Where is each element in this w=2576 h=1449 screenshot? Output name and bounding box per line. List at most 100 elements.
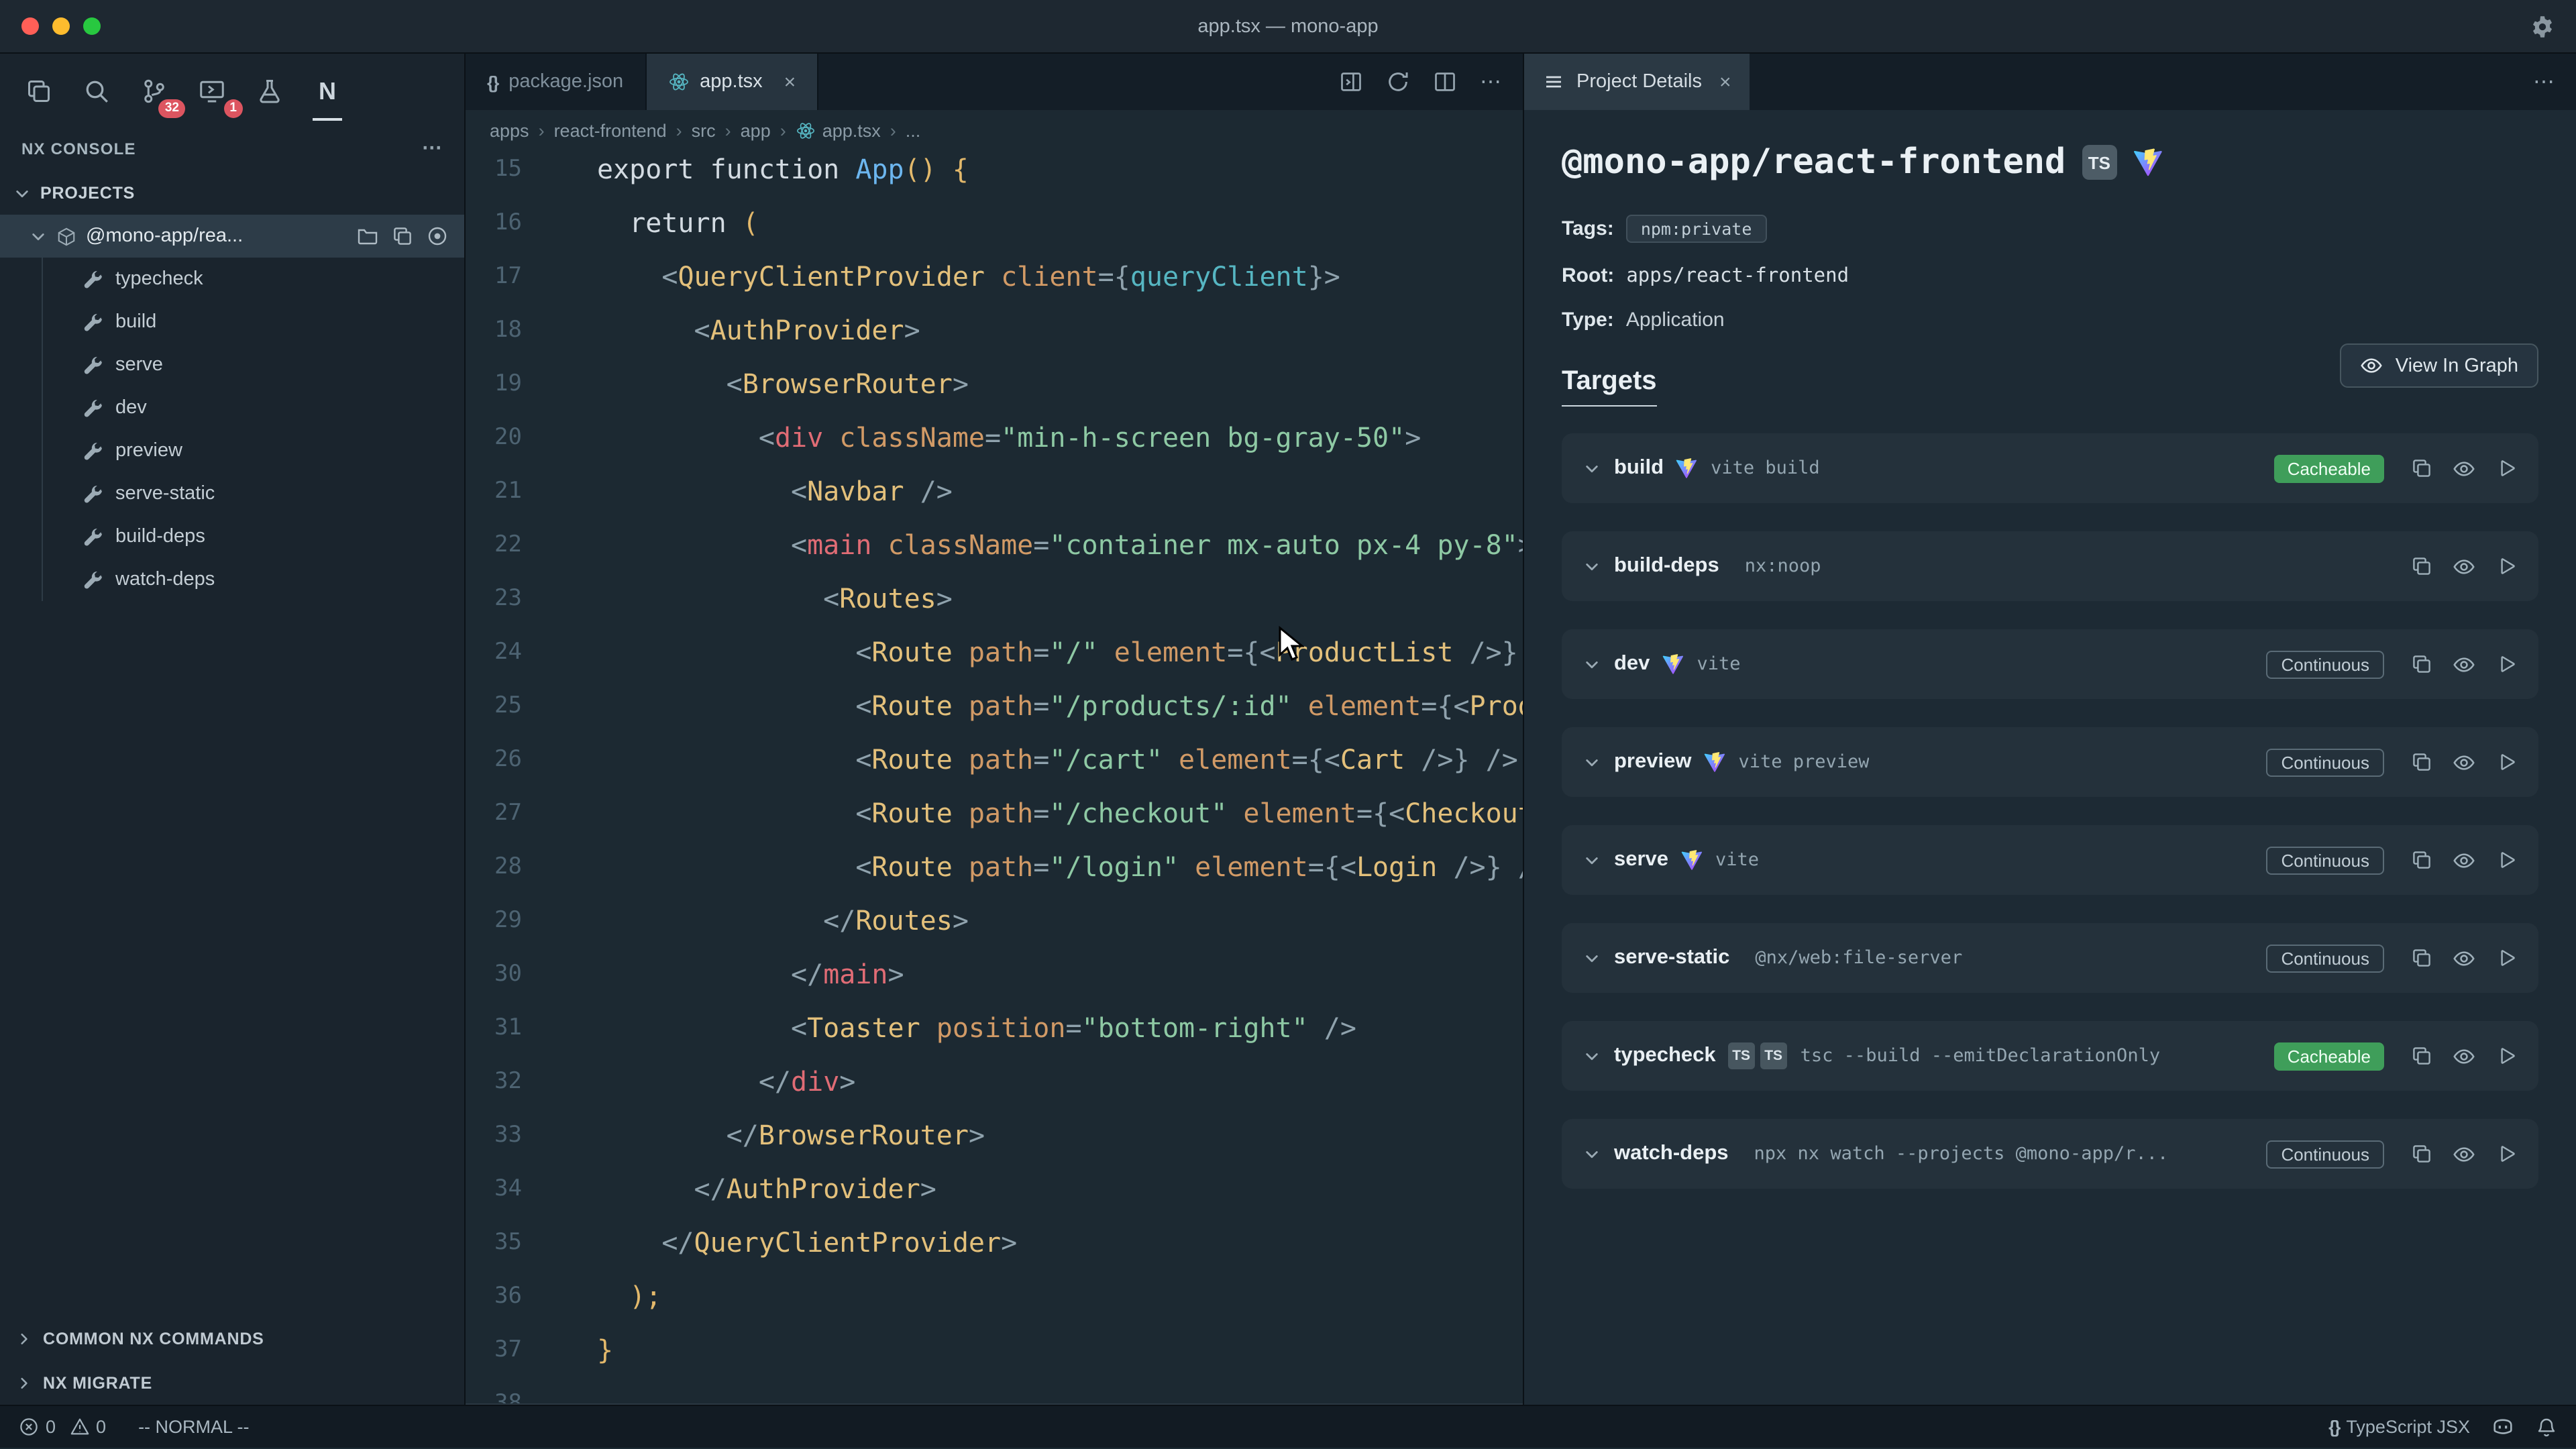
code-line[interactable]: 29 </Routes> xyxy=(466,894,1523,947)
breadcrumb-item[interactable]: ... xyxy=(906,120,921,140)
play-icon[interactable] xyxy=(2496,555,2517,577)
breadcrumb-item[interactable]: apps xyxy=(490,120,529,140)
play-icon[interactable] xyxy=(2496,1045,2517,1067)
language-mode[interactable]: {} TypeScript JSX xyxy=(2328,1417,2470,1437)
copy-icon[interactable] xyxy=(2411,849,2432,871)
chevron-down-icon[interactable] xyxy=(1583,460,1601,477)
chevron-down-icon[interactable] xyxy=(1583,1145,1601,1163)
eye-icon[interactable] xyxy=(2453,653,2475,676)
explorer-icon[interactable] xyxy=(19,71,59,111)
eye-icon[interactable] xyxy=(2453,1142,2475,1165)
source-control-icon[interactable]: 32 xyxy=(134,71,174,111)
code-line[interactable]: 31 <Toaster position="bottom-right" /> xyxy=(466,1001,1523,1055)
code-line[interactable]: 17 <QueryClientProvider client={queryCli… xyxy=(466,250,1523,303)
play-icon[interactable] xyxy=(2496,653,2517,675)
code-line[interactable]: 22 <main className="container mx-auto px… xyxy=(466,518,1523,572)
play-icon[interactable] xyxy=(2496,1143,2517,1165)
code-line[interactable]: 18 <AuthProvider> xyxy=(466,303,1523,357)
tree-item-target[interactable]: build-deps xyxy=(0,515,464,558)
target-card[interactable]: buildvite buildCacheable xyxy=(1562,433,2538,503)
chevron-down-icon[interactable] xyxy=(1583,753,1601,771)
target-card[interactable]: serve-static@nx/web:file-serverContinuou… xyxy=(1562,923,2538,993)
settings-gear-icon[interactable] xyxy=(2530,14,2555,38)
run-debug-icon[interactable]: 1 xyxy=(192,71,232,111)
eye-icon[interactable] xyxy=(2453,849,2475,871)
tab-project-details[interactable]: Project Details × xyxy=(1524,54,1750,110)
eye-icon[interactable] xyxy=(2453,947,2475,969)
tree-item-target[interactable]: serve-static xyxy=(0,472,464,515)
code-line[interactable]: 34 </AuthProvider> xyxy=(466,1162,1523,1216)
code-line[interactable]: 20 <div className="min-h-screen bg-gray-… xyxy=(466,411,1523,464)
eye-icon[interactable] xyxy=(2453,1044,2475,1067)
target-card[interactable]: watch-depsnpx nx watch --projects @mono-… xyxy=(1562,1119,2538,1189)
target-card[interactable]: typecheckTSTStsc --build --emitDeclarati… xyxy=(1562,1021,2538,1091)
code-line[interactable]: 28 <Route path="/login" element={<Login … xyxy=(466,840,1523,894)
chevron-down-icon[interactable] xyxy=(1583,949,1601,967)
eye-icon[interactable] xyxy=(2453,751,2475,773)
refresh-icon[interactable] xyxy=(1386,70,1410,94)
code-line[interactable]: 35 </QueryClientProvider> xyxy=(466,1216,1523,1269)
close-icon[interactable]: × xyxy=(1719,70,1731,93)
more-actions-icon[interactable]: ⋯ xyxy=(2512,54,2576,110)
code-line[interactable]: 38 xyxy=(466,1377,1523,1405)
more-actions-icon[interactable]: ⋯ xyxy=(1480,68,1501,95)
copy-icon[interactable] xyxy=(392,225,413,247)
target-card[interactable]: serveviteContinuous xyxy=(1562,825,2538,895)
close-icon[interactable]: × xyxy=(784,70,796,93)
copy-icon[interactable] xyxy=(2411,751,2432,773)
code-editor[interactable]: 15export function App() {16 return (17 <… xyxy=(466,142,1523,1405)
test-flask-icon[interactable] xyxy=(250,71,290,111)
nx-console-icon[interactable]: N xyxy=(307,71,347,111)
split-editor-icon[interactable] xyxy=(1433,70,1457,94)
view-in-graph-button[interactable]: View In Graph xyxy=(2341,343,2538,388)
copy-icon[interactable] xyxy=(2411,1143,2432,1165)
target-bullseye-icon[interactable] xyxy=(427,225,448,247)
copilot-icon[interactable] xyxy=(2491,1415,2514,1438)
tab-app-tsx[interactable]: app.tsx × xyxy=(646,54,818,110)
play-icon[interactable] xyxy=(2496,947,2517,969)
code-line[interactable]: 30 </main> xyxy=(466,947,1523,1001)
folder-icon[interactable] xyxy=(357,225,378,247)
copy-icon[interactable] xyxy=(2411,555,2432,577)
tree-item-target[interactable]: serve xyxy=(0,343,464,386)
chevron-down-icon[interactable] xyxy=(1583,557,1601,575)
close-window-button[interactable] xyxy=(21,17,39,35)
code-line[interactable]: 32 </div> xyxy=(466,1055,1523,1108)
code-line[interactable]: 27 <Route path="/checkout" element={<Che… xyxy=(466,786,1523,840)
more-actions-icon[interactable]: ⋯ xyxy=(422,142,443,156)
chevron-down-icon[interactable] xyxy=(1583,1047,1601,1065)
code-line[interactable]: 33 </BrowserRouter> xyxy=(466,1108,1523,1162)
eye-icon[interactable] xyxy=(2453,555,2475,578)
code-line[interactable]: 26 <Route path="/cart" element={<Cart />… xyxy=(466,733,1523,786)
code-line[interactable]: 25 <Route path="/products/:id" element={… xyxy=(466,679,1523,733)
copy-icon[interactable] xyxy=(2411,947,2432,969)
code-line[interactable]: 24 <Route path="/" element={<ProductList… xyxy=(466,625,1523,679)
copy-icon[interactable] xyxy=(2411,1045,2432,1067)
minimize-window-button[interactable] xyxy=(52,17,70,35)
play-icon[interactable] xyxy=(2496,751,2517,773)
zoom-window-button[interactable] xyxy=(83,17,101,35)
breadcrumb-item[interactable]: react-frontend xyxy=(554,120,667,140)
target-card[interactable]: build-depsnx:noop xyxy=(1562,531,2538,601)
errors-indicator[interactable]: 0 xyxy=(19,1417,56,1437)
tree-item-target[interactable]: build xyxy=(0,301,464,343)
tree-item-target[interactable]: dev xyxy=(0,386,464,429)
code-line[interactable]: 15export function App() { xyxy=(466,142,1523,196)
breadcrumb-item[interactable]: app xyxy=(741,120,771,140)
search-icon[interactable] xyxy=(76,71,117,111)
code-line[interactable]: 36 ); xyxy=(466,1269,1523,1323)
code-line[interactable]: 16 return ( xyxy=(466,196,1523,250)
code-line[interactable]: 37} xyxy=(466,1323,1523,1377)
tree-item-project[interactable]: @mono-app/rea... xyxy=(0,215,464,258)
chevron-down-icon[interactable] xyxy=(1583,655,1601,673)
target-card[interactable]: previewvite previewContinuous xyxy=(1562,727,2538,797)
code-line[interactable]: 23 <Routes> xyxy=(466,572,1523,625)
copy-icon[interactable] xyxy=(2411,458,2432,479)
tree-item-target[interactable]: watch-deps xyxy=(0,558,464,601)
breadcrumb-item[interactable]: src xyxy=(692,120,716,140)
bell-icon[interactable] xyxy=(2536,1416,2557,1438)
warnings-indicator[interactable]: 0 xyxy=(69,1417,106,1437)
target-card[interactable]: devviteContinuous xyxy=(1562,629,2538,699)
open-changes-icon[interactable] xyxy=(1339,70,1363,94)
code-line[interactable]: 21 <Navbar /> xyxy=(466,464,1523,518)
